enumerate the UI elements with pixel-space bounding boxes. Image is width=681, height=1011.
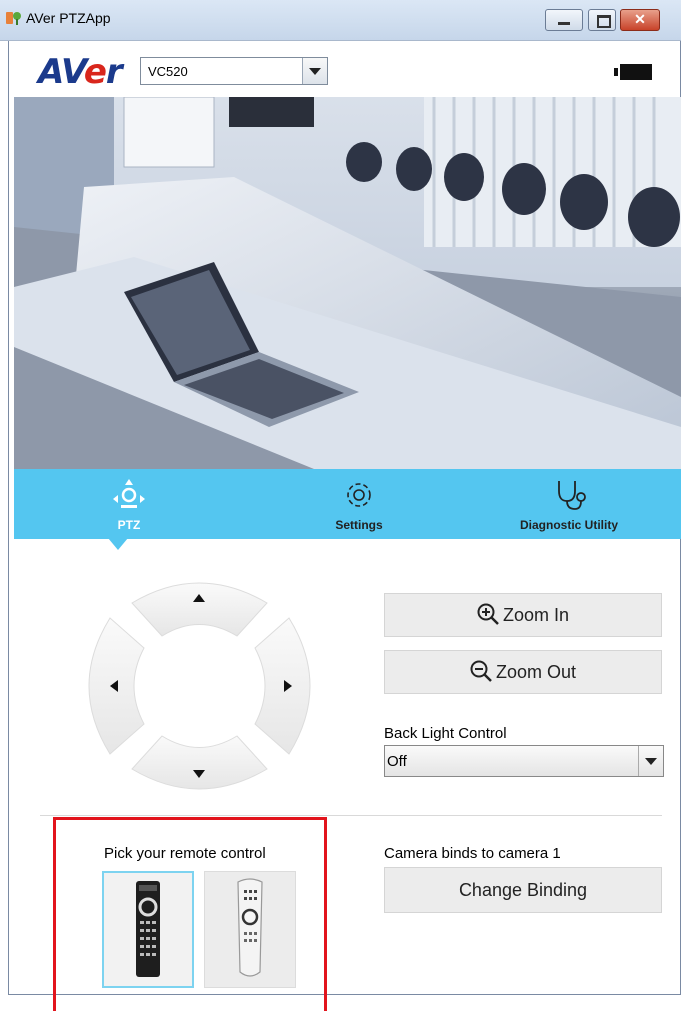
maximize-icon [597, 15, 611, 28]
camera-model-value: VC520 [148, 64, 188, 79]
selected-tab-pointer [108, 538, 128, 550]
ptz-direction-pad [88, 582, 311, 790]
minimize-icon [558, 22, 570, 25]
title-bar: AVer PTZApp ✕ [0, 0, 681, 41]
remote-control-2-icon [237, 878, 263, 977]
stethoscope-icon [558, 481, 586, 510]
pan-up-button[interactable] [131, 582, 268, 637]
back-light-value: Off [387, 753, 407, 770]
remote-option-1[interactable] [102, 871, 194, 988]
change-binding-button[interactable]: Change Binding [384, 867, 662, 913]
tab-ptz[interactable]: PTZ [94, 469, 164, 539]
zoom-in-button[interactable]: Zoom In [384, 593, 662, 637]
window-title: AVer PTZApp [26, 10, 111, 26]
pan-down-button[interactable] [131, 735, 268, 790]
camera-model-dropdown[interactable]: VC520 [140, 57, 328, 85]
zoom-out-icon [470, 660, 492, 683]
minimize-button[interactable] [545, 9, 583, 31]
pick-remote-label: Pick your remote control [104, 845, 266, 862]
back-light-label: Back Light Control [384, 725, 507, 742]
remote-option-2[interactable] [204, 871, 296, 988]
zoom-in-icon [477, 603, 499, 626]
tab-diagnostic-utility[interactable]: Diagnostic Utility [494, 469, 644, 539]
tab-settings[interactable]: Settings [299, 469, 419, 539]
close-button[interactable]: ✕ [620, 9, 660, 31]
pan-right-button[interactable] [254, 617, 311, 755]
maximize-button[interactable] [588, 9, 616, 31]
tab-bar: PTZ Settings Diagnostic Utility [14, 469, 681, 539]
back-light-dropdown[interactable]: Off [384, 745, 664, 777]
zoom-out-button[interactable]: Zoom Out [384, 650, 662, 694]
zoom-in-label: Zoom In [502, 605, 570, 625]
zoom-out-label: Zoom Out [495, 662, 577, 682]
tab-ptz-label: PTZ [117, 518, 141, 532]
remote-control-1-icon [136, 881, 160, 977]
aver-logo: AVer [38, 52, 123, 92]
ptz-icon [113, 479, 145, 508]
app-icon [6, 12, 21, 25]
camera-preview [14, 97, 681, 469]
camera-icon[interactable] [614, 64, 652, 80]
camera-binding-status: Camera binds to camera 1 [384, 845, 561, 862]
tab-diagnostic-label: Diagnostic Utility [519, 518, 618, 532]
tab-settings-label: Settings [335, 518, 383, 532]
close-icon: ✕ [634, 11, 646, 27]
section-divider [40, 815, 662, 816]
chevron-down-icon[interactable] [638, 746, 663, 776]
gear-icon [347, 483, 371, 507]
change-binding-label: Change Binding [458, 880, 588, 900]
chevron-down-icon[interactable] [302, 58, 327, 84]
